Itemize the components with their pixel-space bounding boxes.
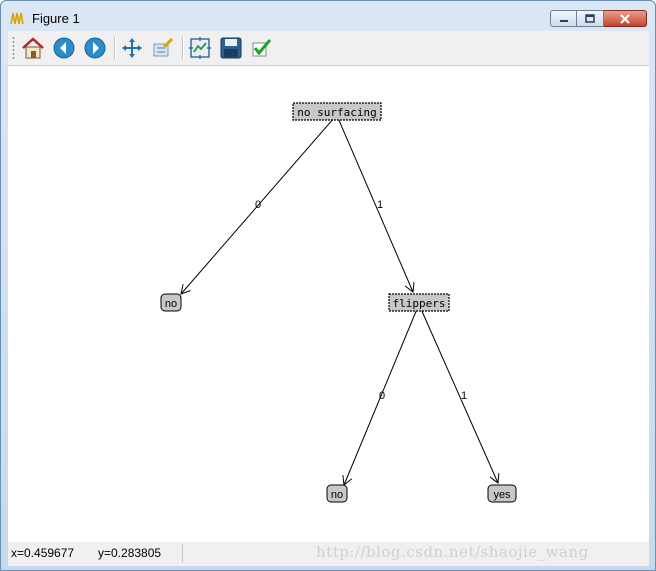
- figure-canvas[interactable]: 0 1 0 1 no surfacing no flippers no yes: [8, 66, 649, 542]
- forward-arrow-icon: [84, 37, 106, 59]
- status-separator: [182, 544, 183, 563]
- toolbar-separator: [114, 37, 116, 59]
- maximize-icon: [585, 14, 595, 23]
- zoom-rect-icon: [153, 37, 174, 57]
- zoom-button[interactable]: [150, 35, 176, 61]
- edge-label: 0: [255, 199, 261, 211]
- forward-button[interactable]: [82, 35, 108, 61]
- figure-window: Figure 1 0 1 0 1 no surfacing no flipper…: [0, 0, 656, 571]
- subplots-button[interactable]: [187, 35, 213, 61]
- edge-flippers-to-yes: [420, 308, 498, 483]
- leaf-node-no: no: [165, 298, 177, 310]
- close-icon: [620, 13, 630, 24]
- decision-node-root: no surfacing: [297, 106, 376, 119]
- decision-tree-plot: 0 1 0 1 no surfacing no flippers no yes: [160, 102, 517, 503]
- save-button[interactable]: [218, 35, 244, 61]
- close-button[interactable]: [604, 10, 647, 27]
- leaf-node-yes: yes: [493, 489, 511, 501]
- home-button[interactable]: [20, 35, 46, 61]
- navigation-toolbar: [8, 31, 649, 66]
- save-icon: [220, 37, 242, 59]
- leaf-node-no-bottom: no: [331, 489, 343, 501]
- cursor-x-readout: x=0.459677: [11, 546, 75, 560]
- window-title: Figure 1: [32, 11, 80, 26]
- matplotlib-figure-icon: [10, 12, 24, 25]
- title-bar: Figure 1: [1, 1, 655, 33]
- pan-icon: [122, 38, 142, 58]
- edit-parameters-button[interactable]: [249, 35, 275, 61]
- back-button[interactable]: [51, 35, 77, 61]
- subplots-icon: [189, 37, 211, 59]
- decision-node-flippers: flippers: [393, 297, 446, 310]
- checkmark-icon: [252, 39, 272, 57]
- pan-button[interactable]: [119, 35, 145, 61]
- minimize-icon: [559, 19, 568, 22]
- edge-label: 0: [379, 390, 385, 402]
- edge-label: 1: [461, 390, 467, 402]
- home-icon: [22, 37, 44, 59]
- edge-label: 1: [377, 199, 383, 211]
- cursor-y-readout: y=0.283805: [98, 546, 162, 560]
- toolbar-separator: [182, 37, 184, 59]
- status-bar: x=0.459677 y=0.283805 http://blog.csdn.n…: [8, 542, 649, 566]
- minimize-button[interactable]: [550, 10, 577, 27]
- toolbar-grip[interactable]: [12, 36, 15, 60]
- back-arrow-icon: [53, 37, 75, 59]
- edge-root-to-flippers: [337, 117, 413, 292]
- watermark-text: http://blog.csdn.net/shaojie_wang: [316, 543, 589, 561]
- maximize-button[interactable]: [577, 10, 604, 27]
